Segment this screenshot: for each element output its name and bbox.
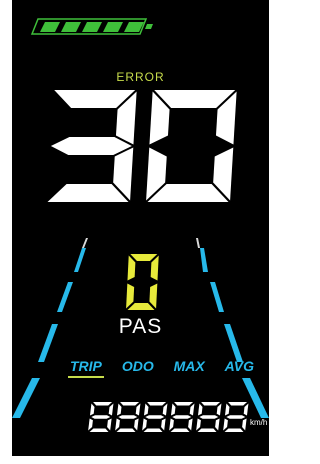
speed-unit: km/h [250,418,268,427]
odometer-digit-segment [201,402,221,406]
speed-digit [47,90,137,202]
battery-segment [40,22,60,32]
odometer-digit-segment [189,403,195,416]
odometer-digit-segment [172,415,192,419]
odometer-digit-segment [108,403,114,416]
odometer-digit-segment [216,403,222,416]
odometer-digit-segment [170,428,190,432]
odometer-digit-segment [224,403,230,416]
odometer-digit-segment [118,415,138,419]
odometer-digit-segment [93,402,113,406]
speed-digits [47,90,237,202]
speed-digit-segment [47,184,129,202]
odometer-digit-segment [134,418,139,431]
odometer-digit-segment [88,418,93,431]
odometer-digit-segment [116,428,136,432]
odometer-digit [88,402,114,432]
odometer-digit-segment [228,402,248,406]
odometer-digit-segment [226,415,246,419]
odometer-digit-segment [162,403,168,416]
odometer-digit-segment [188,418,193,431]
pas-digit-segment [126,283,135,309]
odometer-digit-segment [143,403,149,416]
battery-segment [103,22,123,32]
pas-digit-segment [150,255,159,281]
battery-icon [30,18,153,35]
pas-digit-segment [127,255,136,281]
odometer-digits [88,402,249,432]
odometer-digit-segment [215,418,220,431]
odometer-digit-segment [242,418,247,431]
odometer-digit-segment [223,418,228,431]
odometer-digit-segment [224,428,244,432]
odometer-digit-segment [143,428,163,432]
odometer-readout [86,398,269,434]
odometer-digit-segment [120,402,140,406]
odometer-digit-segment [243,403,249,416]
lcd-display: ERROR PAS TRIP ODO MAX AVG km/h [12,0,269,456]
odometer-digit-segment [197,403,203,416]
odometer-digit-segment [91,415,111,419]
odometer-digit-segment [199,415,219,419]
speed-digit-segment [50,137,132,155]
odometer-digit [142,402,168,432]
speed-readout [38,84,246,208]
odometer-digit-segment [197,428,217,432]
odometer-digit-segment [135,403,141,416]
odometer-digit-segment [170,403,176,416]
odometer-digit [196,402,222,432]
odometer-digit-segment [89,403,95,416]
mode-odo[interactable]: ODO [122,358,154,374]
pas-digit [126,254,159,310]
odometer-digit-segment [196,418,201,431]
odometer-digit [115,402,141,432]
odometer-digit-segment [142,418,147,431]
mode-avg[interactable]: AVG [225,358,254,374]
mode-max[interactable]: MAX [174,358,205,374]
odometer-digit-segment [174,402,194,406]
odometer-digit-segment [169,418,174,431]
pas-digit-segment [149,283,158,309]
odometer-digit [169,402,195,432]
error-label: ERROR [116,70,165,84]
pas-digit [126,254,159,310]
odometer-digit-segment [89,428,109,432]
pas-digit-segment [130,254,158,261]
battery-indicator [28,14,168,38]
odometer-digit-segment [147,402,167,406]
odometer-digit [223,402,249,432]
odometer-digit-segment [161,418,166,431]
battery-segment [82,22,102,32]
battery-segment [61,22,81,32]
pas-label: PAS [118,315,163,338]
pas-level-readout [120,252,164,314]
odometer-digit-segment [107,418,112,431]
mode-selector: TRIP ODO MAX AVG [68,358,254,380]
mode-trip[interactable]: TRIP [68,358,104,378]
speed-digit [146,90,237,202]
odometer-digit-segment [145,415,165,419]
odometer-digit-segment [116,403,122,416]
pas-digit-segment [127,303,155,310]
odometer-digit-segment [115,418,120,431]
